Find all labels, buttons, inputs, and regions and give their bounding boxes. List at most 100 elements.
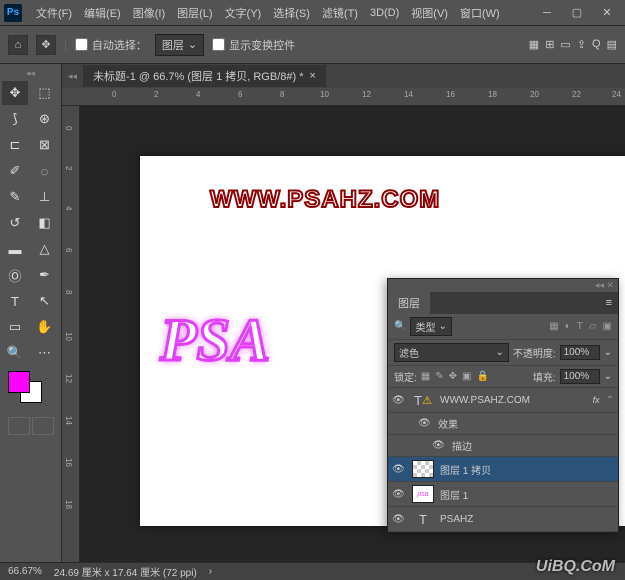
doc-handle-icon[interactable]: ◂◂ bbox=[68, 71, 77, 82]
quick-select-tool[interactable]: ⊛ bbox=[32, 107, 58, 131]
chevron-down-icon[interactable]: ⌄ bbox=[604, 347, 612, 358]
menu-layer[interactable]: 图层(L) bbox=[171, 5, 218, 21]
layer-effects-row[interactable]: 👁 效果 bbox=[388, 413, 618, 435]
fill-input[interactable]: 100% bbox=[560, 369, 600, 384]
layers-tab[interactable]: 图层 bbox=[388, 292, 430, 314]
zoom-level[interactable]: 66.67% bbox=[8, 566, 42, 577]
fx-badge[interactable]: fx bbox=[593, 395, 600, 405]
move-tool-icon[interactable]: ✥ bbox=[36, 35, 56, 55]
blend-mode-select[interactable]: 滤色 ⌄ bbox=[394, 343, 509, 362]
foreground-swatch[interactable] bbox=[8, 371, 30, 393]
marquee-tool[interactable]: ⬚ bbox=[32, 81, 58, 105]
layer-row[interactable]: 👁 T⚠ WWW.PSAHZ.COM fx ⌃ bbox=[388, 388, 618, 413]
filter-adjust-icon[interactable]: ◐ bbox=[565, 321, 571, 332]
visibility-icon[interactable]: 👁 bbox=[392, 464, 406, 475]
close-button[interactable]: ✕ bbox=[593, 3, 621, 23]
stamp-tool[interactable]: ⊥ bbox=[32, 185, 58, 209]
align-icon[interactable]: ▦ bbox=[529, 38, 539, 51]
layer-row[interactable]: 👁 T PSAHZ bbox=[388, 507, 618, 532]
patch-tool[interactable]: ◌ bbox=[32, 159, 58, 183]
menu-view[interactable]: 视图(V) bbox=[405, 5, 454, 21]
lock-brush-icon[interactable]: ✎ bbox=[435, 371, 443, 382]
visibility-icon[interactable]: 👁 bbox=[392, 395, 406, 406]
panel-handle-icon[interactable]: ◂◂ bbox=[2, 68, 59, 79]
layer-name[interactable]: 图层 1 拷贝 bbox=[440, 462, 491, 477]
stroke-label: 描边 bbox=[452, 438, 472, 453]
close-tab-icon[interactable]: × bbox=[310, 70, 316, 82]
minimize-button[interactable]: ─ bbox=[533, 3, 561, 23]
edit-toolbar[interactable]: ⋯ bbox=[32, 341, 58, 365]
auto-select-target[interactable]: 图层 ⌄ bbox=[155, 34, 204, 56]
document-tab[interactable]: 未标题-1 @ 66.7% (图层 1 拷贝, RGB/8#) * × bbox=[83, 65, 326, 87]
panel-menu-icon[interactable]: ≡ bbox=[600, 297, 618, 309]
filter-type-icon[interactable]: T bbox=[577, 321, 583, 332]
menu-file[interactable]: 文件(F) bbox=[30, 5, 78, 21]
search-icon[interactable]: Q bbox=[592, 38, 601, 51]
menu-window[interactable]: 窗口(W) bbox=[454, 5, 506, 21]
home-icon[interactable]: ⌂ bbox=[8, 35, 28, 55]
layer-thumbnail[interactable]: psa bbox=[412, 485, 434, 503]
layers-panel[interactable]: ◂◂ ✕ 图层 ≡ 🔍 类型 ⌄ ▦ ◐ T ▱ ▣ 滤色 ⌄ 不透明度: 10… bbox=[387, 278, 619, 533]
dodge-tool[interactable]: Ⓞ bbox=[2, 263, 28, 287]
doc-dimensions[interactable]: 24.69 厘米 x 17.64 厘米 (72 ppi) bbox=[54, 564, 197, 579]
show-transform-checkbox[interactable]: 显示变换控件 bbox=[212, 37, 295, 53]
menu-edit[interactable]: 编辑(E) bbox=[78, 5, 127, 21]
frame-tool[interactable]: ⊠ bbox=[32, 133, 58, 157]
lock-artboard-icon[interactable]: ▣ bbox=[462, 371, 471, 382]
maximize-button[interactable]: ▢ bbox=[563, 3, 591, 23]
zoom-tool[interactable]: 🔍 bbox=[2, 341, 28, 365]
filter-shape-icon[interactable]: ▱ bbox=[589, 321, 597, 332]
auto-select-checkbox[interactable]: 自动选择： bbox=[75, 37, 147, 53]
layer-name[interactable]: PSAHZ bbox=[440, 514, 473, 525]
panel-icon[interactable]: ⊞ bbox=[545, 38, 554, 51]
crop-tool[interactable]: ⊏ bbox=[2, 133, 28, 157]
filter-smart-icon[interactable]: ▣ bbox=[603, 321, 612, 332]
layer-row[interactable]: 👁 psa 图层 1 bbox=[388, 482, 618, 507]
chevron-down-icon[interactable]: ⌄ bbox=[604, 371, 612, 382]
eraser-tool[interactable]: ◧ bbox=[32, 211, 58, 235]
color-swatches[interactable] bbox=[2, 371, 59, 411]
eyedropper-tool[interactable]: ✐ bbox=[2, 159, 28, 183]
lasso-tool[interactable]: ⟆ bbox=[2, 107, 28, 131]
3d-mode-icon[interactable]: ▭ bbox=[560, 38, 570, 51]
layer-thumbnail[interactable] bbox=[412, 460, 434, 478]
menu-select[interactable]: 选择(S) bbox=[267, 5, 316, 21]
quickmask-button[interactable] bbox=[8, 417, 30, 435]
search-icon[interactable]: 🔍 bbox=[394, 321, 406, 332]
gradient-tool[interactable]: ▬ bbox=[2, 237, 28, 261]
hand-tool[interactable]: ✋ bbox=[32, 315, 58, 339]
lock-position-icon[interactable]: ✥ bbox=[449, 371, 457, 382]
share-icon[interactable]: ⇪ bbox=[577, 38, 586, 51]
history-brush-tool[interactable]: ↺ bbox=[2, 211, 28, 235]
visibility-icon[interactable]: 👁 bbox=[392, 514, 406, 525]
chevron-up-icon[interactable]: ⌃ bbox=[606, 395, 614, 406]
screenmode-button[interactable] bbox=[32, 417, 54, 435]
filter-pixel-icon[interactable]: ▦ bbox=[549, 321, 558, 332]
menu-image[interactable]: 图像(I) bbox=[127, 5, 171, 21]
filter-kind-select[interactable]: 类型 ⌄ bbox=[410, 317, 451, 336]
move-tool[interactable]: ✥ bbox=[2, 81, 28, 105]
menu-type[interactable]: 文字(Y) bbox=[219, 5, 268, 21]
brush-tool[interactable]: ✎ bbox=[2, 185, 28, 209]
layer-stroke-row[interactable]: 👁 描边 bbox=[388, 435, 618, 457]
visibility-icon[interactable]: 👁 bbox=[392, 489, 406, 500]
menu-filter[interactable]: 滤镜(T) bbox=[316, 5, 364, 21]
layer-row[interactable]: 👁 图层 1 拷贝 bbox=[388, 457, 618, 482]
visibility-icon[interactable]: 👁 bbox=[432, 440, 446, 451]
pen-tool[interactable]: ✒ bbox=[32, 263, 58, 287]
layer-name[interactable]: WWW.PSAHZ.COM bbox=[440, 395, 530, 406]
visibility-icon[interactable]: 👁 bbox=[418, 418, 432, 429]
menu-3d[interactable]: 3D(D) bbox=[364, 7, 405, 19]
lock-all-icon[interactable]: 🔒 bbox=[476, 371, 488, 382]
type-tool[interactable]: T bbox=[2, 289, 28, 313]
opacity-input[interactable]: 100% bbox=[560, 345, 600, 360]
arrange-icon[interactable]: ▤ bbox=[607, 38, 617, 51]
chevron-right-icon[interactable]: › bbox=[209, 566, 212, 577]
shape-tool[interactable]: ▭ bbox=[2, 315, 28, 339]
path-select-tool[interactable]: ↖ bbox=[32, 289, 58, 313]
canvas-text-neon: PSA bbox=[160, 306, 270, 375]
layer-name[interactable]: 图层 1 bbox=[440, 487, 468, 502]
opacity-label: 不透明度: bbox=[513, 345, 556, 360]
lock-pixels-icon[interactable]: ▦ bbox=[421, 371, 430, 382]
blur-tool[interactable]: △ bbox=[32, 237, 58, 261]
